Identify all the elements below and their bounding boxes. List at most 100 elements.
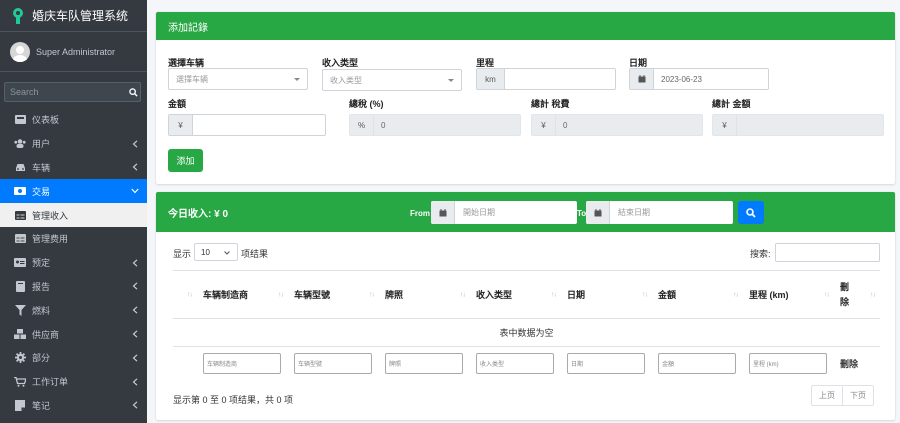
table-icon [14, 233, 26, 245]
date-input[interactable]: 2023-06-23 [629, 68, 769, 90]
table-filter-row: 车辆制造商 车辆型號 牌照 收入类型 日期 金額 里程 (km) 刪除 [173, 347, 880, 381]
chevron-left-icon [131, 163, 139, 172]
sidebar-item-4[interactable]: 管理收入 [0, 203, 147, 227]
sort-icon: ↑↓ [642, 291, 648, 298]
prev-page-button[interactable]: 上页 [812, 386, 842, 405]
entries-label: 项结果 [241, 249, 269, 259]
total-tax-value: 0 [563, 120, 568, 130]
filter-icon [14, 304, 26, 316]
add-record-card: 添加記錄 選擇车辆 選擇车辆 收入类型 收入类型 里程 km 日期 2023-0… [156, 12, 895, 184]
sort-icon: ↑↓ [824, 291, 830, 298]
pagination: 上页 下页 [811, 385, 874, 406]
date-search-button[interactable] [738, 201, 764, 224]
date-value: 2023-06-23 [661, 74, 702, 84]
book-icon [14, 280, 26, 292]
search-icon [746, 207, 756, 218]
filter-delete-label: 刪除 [840, 359, 859, 370]
filter-cell-blank [173, 347, 197, 381]
start-date-input[interactable]: 開始日期 [431, 201, 577, 224]
from-label: From [410, 209, 430, 218]
column-filter-input[interactable]: 日期 [567, 353, 645, 375]
table-search-input[interactable] [775, 243, 880, 262]
sidebar-nav: 仪表板用户车辆交易管理收入管理费用预定报告 燃料 供应商部分工作订单 笔记 [0, 108, 147, 417]
add-record-title: 添加記錄 [156, 12, 895, 40]
column-header-label: 收入类型 [476, 290, 513, 300]
column-header-label: 日期 [567, 290, 586, 300]
sidebar-item-11[interactable]: 工作订单 [0, 370, 147, 394]
sidebar-item-label: 仪表板 [32, 115, 60, 126]
sidebar-item-label: 用户 [32, 139, 51, 150]
sidebar-item-10[interactable]: 部分 [0, 346, 147, 370]
sidebar-item-9[interactable]: 供应商 [0, 322, 147, 346]
table-search-label: 搜索: [750, 249, 771, 259]
sidebar-item-label: 部分 [32, 353, 51, 364]
chevron-left-icon [131, 259, 139, 267]
total-tax-prefix: ¥ [532, 115, 556, 135]
total-tax-input: ¥ 0 [531, 114, 703, 136]
empty-message: 表中数据为空 [173, 318, 880, 347]
app-title: 婚庆车队管理系统 [32, 9, 129, 23]
column-header-5[interactable]: 日期 ↑↓ [561, 270, 652, 319]
column-header-1[interactable]: 车辆制造商 ↑↓ [197, 270, 288, 319]
id-card-icon [14, 257, 26, 269]
page-length-value: 10 [201, 247, 210, 257]
filter-cell: 车辆型號 [288, 347, 379, 381]
start-date-placeholder: 開始日期 [463, 208, 495, 217]
column-filter-input[interactable]: 车辆型號 [294, 353, 372, 375]
column-filter-input[interactable]: 金額 [658, 353, 736, 375]
column-header-2[interactable]: 车辆型號 ↑↓ [288, 270, 379, 319]
sidebar-item-label: 预定 [32, 258, 51, 269]
sidebar-item-0[interactable]: 仪表板 [0, 108, 147, 132]
sidebar-item-2[interactable]: 车辆 [0, 156, 147, 180]
column-header-8[interactable]: 刪除 ↑↓ [834, 270, 880, 319]
cubes-icon [14, 328, 26, 340]
avatar [10, 41, 30, 62]
amount-label: 金額 [168, 99, 187, 109]
income-type-select[interactable]: 收入类型 [322, 69, 462, 91]
user-panel[interactable]: Super Administrator [0, 32, 147, 72]
main-content: 添加記錄 選擇车辆 選擇车辆 收入类型 收入类型 里程 km 日期 2023-0… [147, 0, 900, 423]
income-list-card: 今日收入: ¥ 0 From 開始日期 To 結束日期 显示 10 项结果 搜索… [156, 192, 895, 420]
search-icon[interactable] [127, 82, 141, 102]
column-header-3[interactable]: 牌照 ↑↓ [379, 270, 470, 319]
sort-icon: ↑↓ [733, 291, 739, 298]
vehicle-select[interactable]: 選擇车辆 [168, 68, 308, 90]
sidebar-item-label: 管理收入 [32, 210, 69, 221]
sidebar-item-7[interactable]: 报告 [0, 275, 147, 299]
sidebar-item-8[interactable]: 燃料 [0, 298, 147, 322]
sidebar-item-12[interactable]: 笔记 [0, 394, 147, 418]
sidebar-item-5[interactable]: 管理费用 [0, 227, 147, 251]
tax-input: % 0 [349, 114, 521, 136]
column-header-7[interactable]: 里程 (km) ↑↓ [743, 270, 834, 319]
chevron-left-icon [131, 401, 139, 410]
sort-icon: ↑↓ [187, 291, 193, 298]
amount-input[interactable]: ¥ [168, 114, 326, 136]
column-header-6[interactable]: 金額 ↑↓ [652, 270, 743, 319]
sidebar-item-6[interactable]: 预定 [0, 251, 147, 275]
column-filter-input[interactable]: 收入类型 [476, 353, 554, 375]
column-header-4[interactable]: 收入类型 ↑↓ [470, 270, 561, 319]
sidebar-item-1[interactable]: 用户 [0, 132, 147, 156]
column-filter-input[interactable]: 牌照 [385, 353, 463, 375]
page-length-select[interactable]: 10 [194, 243, 238, 261]
table-icon [14, 209, 26, 221]
sidebar-search-input[interactable] [4, 82, 127, 102]
total-tax-label: 總計 稅費 [531, 99, 570, 109]
amount-prefix: ¥ [169, 115, 193, 135]
brand[interactable]: 婚庆车队管理系统 [0, 0, 147, 32]
next-page-button[interactable]: 下页 [842, 386, 873, 405]
sort-icon: ↑↓ [278, 291, 284, 298]
column-filter-input[interactable]: 车辆制造商 [203, 353, 281, 375]
user-name[interactable]: Super Administrator [36, 47, 115, 57]
chevron-left-icon [131, 378, 139, 386]
end-date-input[interactable]: 結束日期 [586, 201, 733, 224]
calendar-icon [630, 69, 654, 89]
filter-cell: 收入类型 [470, 347, 561, 381]
column-filter-input[interactable]: 里程 (km) [749, 353, 827, 375]
add-button[interactable]: 添加 [168, 149, 203, 172]
mileage-input[interactable]: km [476, 68, 616, 90]
chevron-left-icon [131, 140, 139, 148]
column-header-0[interactable]: ↑↓ [173, 270, 197, 319]
sidebar-item-label: 交易 [32, 186, 51, 197]
sidebar-item-3[interactable]: 交易 [0, 179, 147, 204]
